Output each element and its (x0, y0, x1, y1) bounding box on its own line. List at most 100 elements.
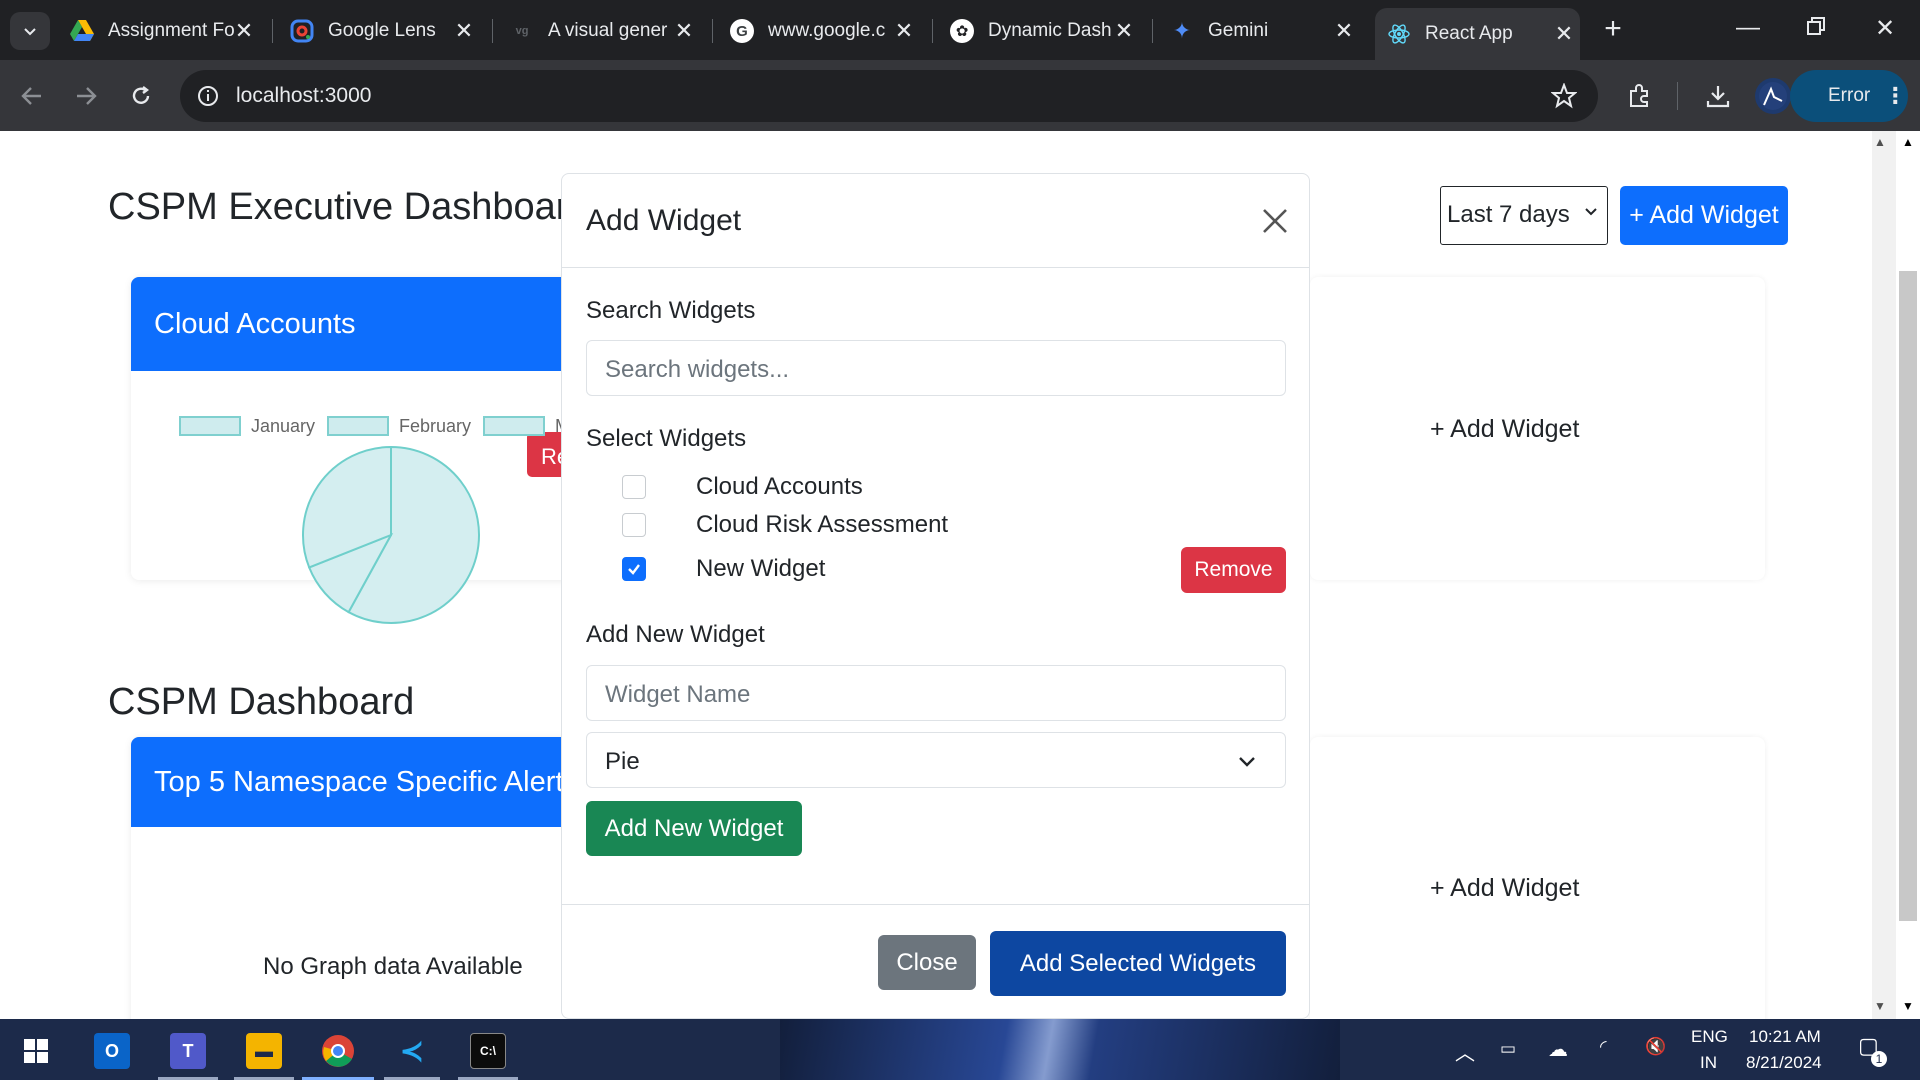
add-widget-button[interactable]: + Add Widget (1620, 186, 1788, 245)
date-range-value: Last 7 days (1447, 201, 1570, 228)
outlook-icon[interactable]: O (94, 1033, 130, 1069)
download-icon[interactable] (1700, 78, 1736, 114)
placeholder-widget-card[interactable]: + Add Widget (1310, 737, 1765, 1019)
teams-icon[interactable]: T (170, 1033, 206, 1069)
tab-title: React App (1425, 23, 1513, 44)
close-icon[interactable]: ✕ (234, 18, 254, 44)
arrow-right-icon (77, 87, 97, 105)
widget-option-new-widget[interactable]: New Widget (622, 554, 825, 584)
add-widget-link[interactable]: + Add Widget (1430, 415, 1579, 444)
scroll-down-icon[interactable]: ▼ (1902, 999, 1914, 1013)
checkbox-checked[interactable] (622, 557, 646, 581)
speaker-muted-icon[interactable]: 🔇 (1645, 1037, 1666, 1057)
widget-name-input[interactable]: Widget Name (586, 665, 1286, 721)
card-header: Top 5 Namespace Specific Alerts (131, 737, 571, 827)
widget-option-cloud-accounts[interactable]: Cloud Accounts (622, 472, 863, 502)
select-widgets-label: Select Widgets (586, 425, 747, 452)
tab-separator (1152, 19, 1153, 43)
avatar[interactable] (1755, 78, 1791, 114)
pie-chart (302, 445, 480, 624)
chevron-up-icon[interactable]: ︿ (1455, 1037, 1475, 1066)
tab-visual-generator[interactable]: vg A visual gener ✕ (510, 10, 700, 52)
close-button[interactable]: Close (878, 935, 976, 990)
terminal-icon[interactable]: C:\ (470, 1033, 506, 1069)
add-widget-link[interactable]: + Add Widget (1430, 874, 1579, 903)
modal-title: Add Widget (586, 204, 742, 237)
address-bar[interactable]: localhost:3000 (180, 70, 1598, 122)
clock-date[interactable]: 8/21/2024 (1746, 1053, 1822, 1073)
cloud-icon[interactable]: ☁ (1548, 1037, 1568, 1062)
restore-icon[interactable] (1796, 14, 1836, 42)
profile-error-button[interactable]: Error ⋮ (1790, 70, 1908, 122)
tab-google-search[interactable]: G www.google.c ✕ (730, 10, 920, 52)
tab-react-app[interactable]: React App ✕ (1375, 8, 1580, 60)
window-close-icon[interactable]: ✕ (1865, 14, 1905, 43)
close-icon[interactable]: ✕ (674, 18, 694, 44)
vscode-icon[interactable]: ≺ (394, 1033, 430, 1069)
page-scrollbar[interactable]: ▲ ▼ ▲ ▼ (1872, 131, 1920, 1019)
search-input[interactable]: Search widgets... (586, 340, 1286, 396)
tab-dynamic-dashboard[interactable]: ✿ Dynamic Dash ✕ (950, 10, 1140, 52)
inner-scroll-up-icon[interactable]: ▲ (1874, 135, 1886, 149)
url-text: localhost:3000 (236, 84, 372, 107)
windows-start-icon[interactable] (18, 1033, 54, 1069)
google-lens-icon (290, 19, 314, 43)
chevron-down-icon (1239, 757, 1255, 767)
close-icon[interactable]: ✕ (894, 18, 914, 44)
chevron-down-icon (24, 28, 36, 36)
forward-button[interactable] (66, 76, 106, 116)
legend-item[interactable]: February (327, 416, 471, 436)
checkbox[interactable] (622, 513, 646, 537)
tab-title: A visual gener (548, 20, 668, 41)
extensions-icon[interactable] (1622, 78, 1658, 114)
back-button[interactable] (12, 76, 52, 116)
tab-search-button[interactable] (10, 12, 50, 50)
reload-button[interactable] (121, 76, 161, 116)
star-icon[interactable] (1551, 83, 1577, 109)
chrome-icon[interactable] (320, 1033, 356, 1069)
language-label[interactable]: ENG (1691, 1027, 1728, 1047)
minimize-icon[interactable]: — (1728, 14, 1768, 42)
battery-icon[interactable]: ▭ (1500, 1039, 1516, 1059)
add-new-widget-label: Add New Widget (586, 621, 765, 648)
browser-tab-strip: Assignment Fo ✕ Google Lens ✕ vg A visua… (0, 0, 1920, 60)
clock-time[interactable]: 10:21 AM (1749, 1027, 1821, 1047)
checkmark-icon (628, 564, 640, 575)
scroll-up-icon[interactable]: ▲ (1902, 135, 1914, 149)
info-icon (198, 86, 218, 106)
tab-separator (492, 19, 493, 43)
add-selected-widgets-button[interactable]: Add Selected Widgets (990, 931, 1286, 996)
tab-separator (932, 19, 933, 43)
legend-item[interactable]: January (179, 416, 315, 436)
checkbox-label: Cloud Accounts (696, 473, 863, 500)
checkbox[interactable] (622, 475, 646, 499)
remove-widget-button[interactable]: Remove (1181, 547, 1286, 593)
close-icon[interactable]: ✕ (1114, 18, 1134, 44)
reload-icon (132, 86, 150, 104)
close-icon[interactable] (1258, 204, 1292, 238)
notification-badge: 1 (1871, 1051, 1887, 1067)
tab-assignment[interactable]: Assignment Fo ✕ (70, 10, 260, 52)
modal-header: Add Widget (562, 174, 1309, 268)
tab-google-lens[interactable]: Google Lens ✕ (290, 10, 480, 52)
wifi-icon[interactable]: ◜ (1600, 1037, 1607, 1057)
arrow-left-icon (21, 87, 41, 105)
legend-item[interactable]: M (483, 416, 570, 436)
file-explorer-icon[interactable]: ▬ (246, 1033, 282, 1069)
date-range-select[interactable]: Last 7 days (1440, 186, 1608, 245)
add-new-widget-button[interactable]: Add New Widget (586, 801, 802, 856)
tab-title: Google Lens (328, 20, 436, 41)
tab-gemini[interactable]: ✦ Gemini ✕ (1170, 10, 1360, 52)
scrollbar-thumb[interactable] (1899, 271, 1917, 921)
region-label[interactable]: IN (1700, 1053, 1717, 1073)
tab-title: Dynamic Dash (988, 20, 1112, 41)
widget-option-cloud-risk[interactable]: Cloud Risk Assessment (622, 510, 948, 540)
card-title: Top 5 Namespace Specific Alerts (154, 765, 571, 798)
new-tab-button[interactable]: + (1598, 14, 1628, 44)
close-icon[interactable]: ✕ (454, 18, 474, 44)
widget-type-select[interactable]: Pie (586, 732, 1286, 788)
inner-scroll-down-icon[interactable]: ▼ (1874, 999, 1886, 1013)
close-icon[interactable]: ✕ (1334, 18, 1354, 44)
placeholder-widget-card[interactable]: + Add Widget (1310, 277, 1765, 580)
close-icon[interactable]: ✕ (1554, 21, 1574, 47)
